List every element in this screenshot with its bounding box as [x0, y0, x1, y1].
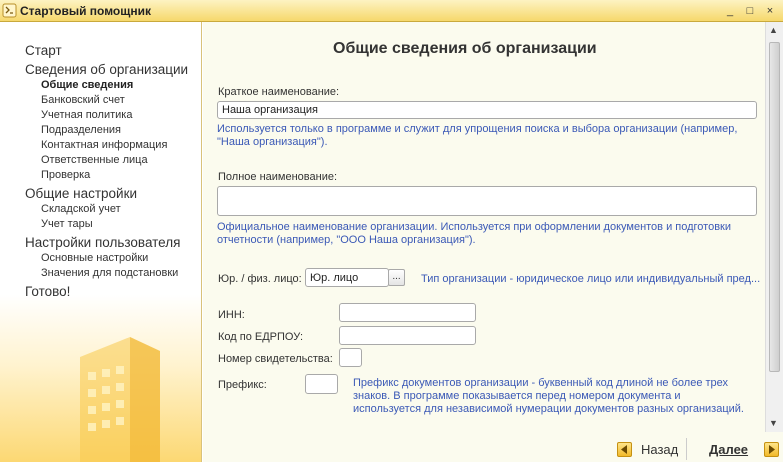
scroll-up-icon[interactable]: ▲ [769, 25, 778, 35]
edrpou-label: Код по ЕДРПОУ: [218, 331, 304, 343]
sidebar-item[interactable]: Основные настройки [41, 252, 148, 264]
close-button[interactable]: × [763, 4, 777, 18]
prefix-hint: Префикс документов организации - буквенн… [353, 377, 744, 415]
building-illustration [80, 337, 160, 462]
sidebar-item[interactable]: Старт [25, 43, 62, 58]
edrpou-input[interactable] [339, 326, 476, 345]
window-titlebar: Стартовый помощник _ □ × [0, 0, 783, 22]
sidebar-item[interactable]: Ответственные лица [41, 154, 148, 166]
certificate-label: Номер свидетельства: [218, 353, 333, 365]
sidebar-item[interactable]: Общие настройки [25, 186, 137, 201]
sidebar-item[interactable]: Настройки пользователя [25, 235, 180, 250]
inn-label: ИНН: [218, 309, 245, 321]
entity-type-hint: Тип организации - юридическое лицо или и… [421, 273, 761, 285]
window-title: Стартовый помощник [20, 4, 151, 18]
sidebar-item[interactable]: Учетная политика [41, 109, 132, 121]
minimize-button[interactable]: _ [723, 4, 737, 18]
next-button[interactable]: Далее [709, 442, 748, 457]
maximize-button[interactable]: □ [743, 4, 757, 18]
sidebar-item[interactable]: Готово! [25, 284, 70, 299]
sidebar-item[interactable]: Подразделения [41, 124, 121, 136]
footer-divider [686, 438, 687, 460]
sidebar-item[interactable]: Проверка [41, 169, 90, 181]
prefix-label: Префикс: [218, 379, 267, 391]
entity-type-select-button[interactable]: ... [388, 269, 405, 286]
scrollbar-thumb[interactable] [769, 42, 780, 372]
sidebar-item[interactable]: Складской учет [41, 203, 121, 215]
back-button[interactable]: Назад [641, 442, 678, 457]
main-panel: Общие сведения об организации Краткое на… [203, 22, 765, 432]
sidebar-item[interactable]: Общие сведения [41, 79, 133, 91]
scroll-down-icon[interactable]: ▼ [769, 418, 778, 428]
app-icon [2, 3, 17, 18]
sidebar-item[interactable]: Контактная информация [41, 139, 167, 151]
entity-type-label: Юр. / физ. лицо: [218, 273, 302, 285]
full-name-hint: Официальное наименование организации. Ис… [217, 221, 732, 246]
short-name-label: Краткое наименование: [218, 86, 340, 98]
short-name-hint: Используется только в программе и служит… [217, 123, 738, 148]
full-name-input[interactable] [217, 186, 757, 216]
certificate-input[interactable] [339, 348, 362, 367]
sidebar-item[interactable]: Банковский счет [41, 94, 125, 106]
short-name-input[interactable] [217, 101, 757, 119]
prefix-input[interactable] [305, 374, 338, 394]
wizard-sidebar: Старт Сведения об организации Общие сведен… [0, 22, 202, 462]
page-title: Общие сведения об организации [333, 40, 597, 57]
sidebar-item[interactable]: Учет тары [41, 218, 93, 230]
wizard-footer: Назад Далее [203, 432, 783, 462]
sidebar-item[interactable]: Значения для подстановки [41, 267, 178, 279]
back-arrow-icon[interactable] [617, 442, 632, 457]
sidebar-item[interactable]: Сведения об организации [25, 62, 188, 77]
vertical-scrollbar[interactable]: ▲ ▼ [765, 22, 783, 432]
entity-type-input[interactable] [305, 268, 389, 287]
inn-input[interactable] [339, 303, 476, 322]
full-name-label: Полное наименование: [218, 171, 338, 183]
next-arrow-icon[interactable] [764, 442, 779, 457]
